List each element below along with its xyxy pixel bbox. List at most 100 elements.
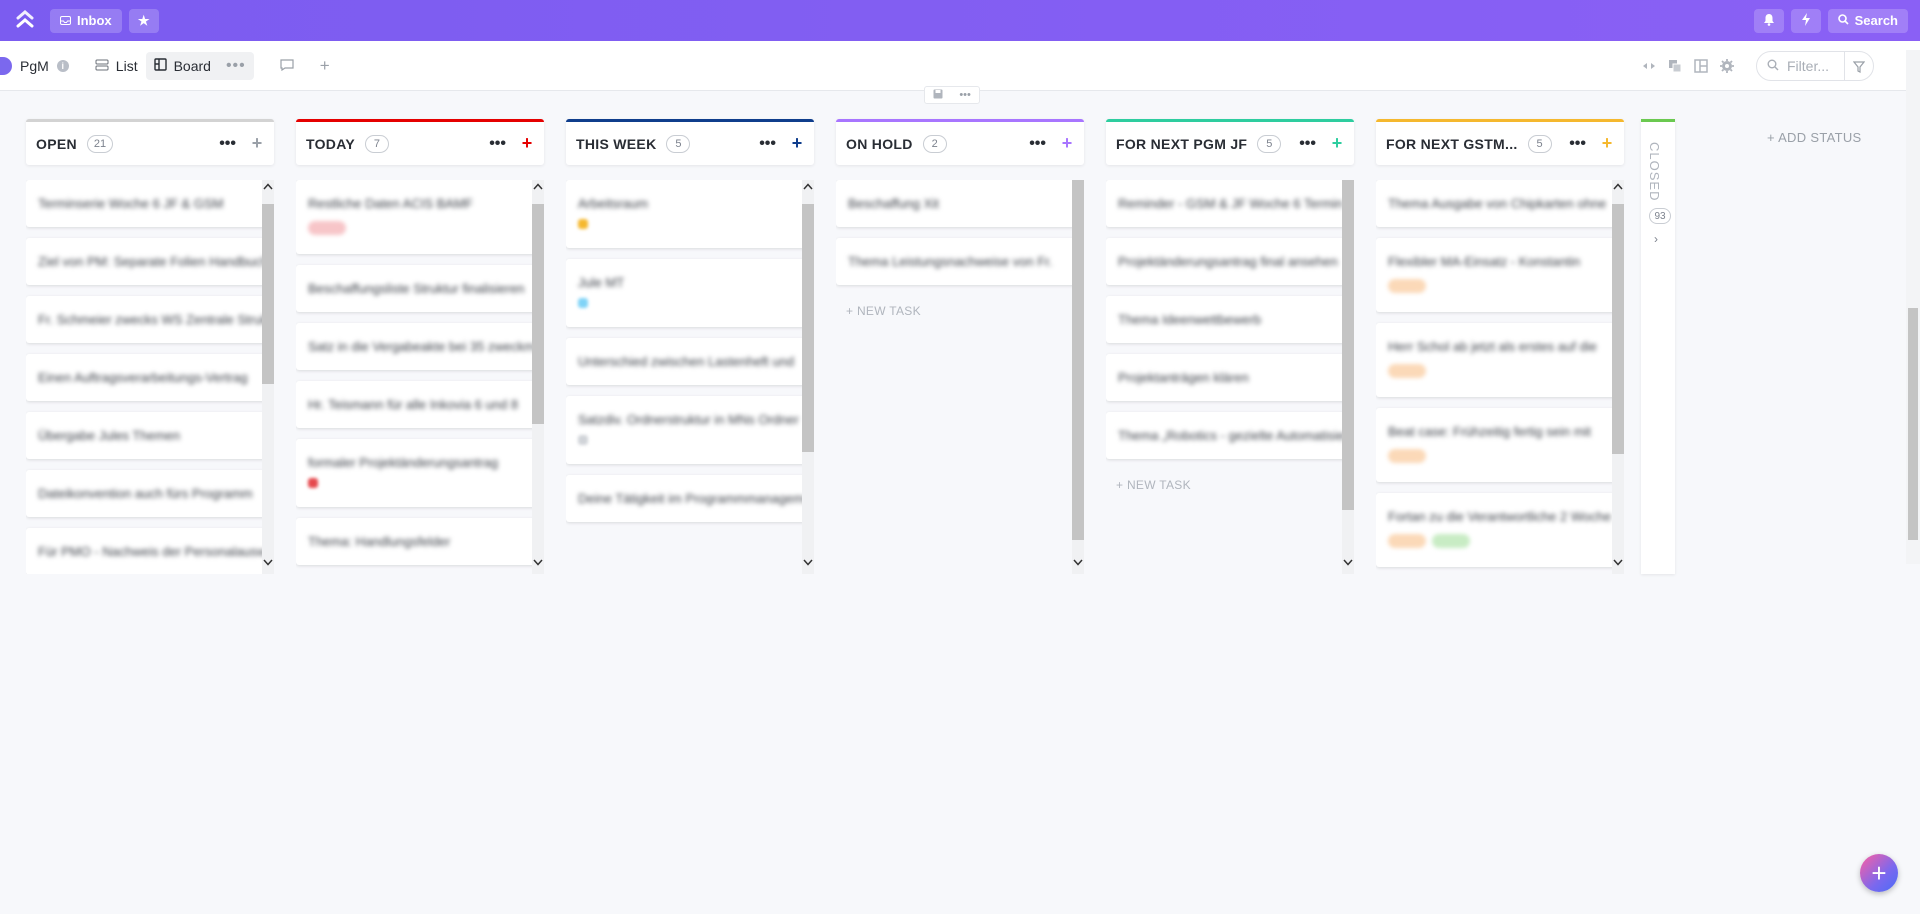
column-header[interactable]: TODAY 7 ••• + (296, 119, 544, 165)
column-scrollbar[interactable] (802, 180, 814, 574)
task-card[interactable]: Projektanträgen klären (1106, 354, 1346, 401)
task-card[interactable]: Projektänderungsantrag final ansehen (1106, 238, 1346, 285)
column-header[interactable]: OPEN 21 ••• + (26, 119, 274, 165)
clickup-logo-icon[interactable] (14, 9, 36, 32)
column-header[interactable]: FOR NEXT PGM JF 5 ••• + (1106, 119, 1354, 165)
task-card[interactable]: Fr. Schmeier zwecks WS Zentrale Struktur (26, 296, 266, 343)
add-task-icon[interactable]: + (1330, 133, 1344, 154)
info-icon[interactable]: i (56, 59, 69, 72)
task-tag[interactable] (1432, 534, 1470, 548)
chevron-down-icon[interactable] (802, 556, 814, 568)
search-button[interactable]: Search (1827, 8, 1908, 33)
chevron-up-icon[interactable] (1612, 180, 1624, 192)
add-view-icon[interactable]: + (320, 56, 330, 76)
comment-icon[interactable] (280, 58, 294, 74)
add-task-icon[interactable]: + (250, 133, 264, 154)
chevron-up-icon[interactable] (802, 180, 814, 192)
column-menu-icon[interactable]: ••• (1299, 135, 1316, 153)
filter-input[interactable]: Filter... (1756, 50, 1874, 81)
save-icon[interactable] (933, 89, 943, 102)
task-card[interactable]: Für PMO - Nachweis der Personalauswahl (26, 528, 266, 574)
chevron-up-icon[interactable] (262, 180, 274, 192)
task-tag[interactable] (1388, 279, 1426, 293)
column-scrollbar[interactable] (1612, 180, 1624, 574)
add-task-icon[interactable]: + (790, 133, 804, 154)
task-tag[interactable] (308, 221, 346, 235)
column-scrollbar-thumb[interactable] (802, 204, 814, 452)
column-header[interactable]: FOR NEXT GSTM... 5 ••• + (1376, 119, 1624, 165)
column-menu-icon[interactable]: ••• (1569, 135, 1586, 153)
task-card[interactable]: Thema „Robotics - gezielte Automatisieru… (1106, 412, 1346, 459)
quick-actions-button[interactable] (1790, 8, 1821, 33)
add-task-icon[interactable]: + (1600, 133, 1614, 154)
task-card[interactable]: Beschaffungsliste Struktur finalisieren (296, 265, 536, 312)
task-card[interactable]: Beschaffung Xit (836, 180, 1076, 227)
chevron-right-icon[interactable]: › (1654, 232, 1658, 246)
notifications-button[interactable] (1753, 8, 1784, 33)
task-tag[interactable] (1388, 534, 1426, 548)
task-card[interactable]: Reminder - GSM & JF Woche 6 Termin (1106, 180, 1346, 227)
column-scrollbar[interactable] (1072, 180, 1084, 574)
inbox-button[interactable]: Inbox (50, 8, 122, 33)
column-menu-icon[interactable]: ••• (219, 135, 236, 153)
task-priority-flag-icon[interactable] (578, 435, 588, 445)
column-scrollbar-thumb[interactable] (1612, 204, 1624, 454)
layout-icon[interactable] (1694, 58, 1708, 73)
new-task-button[interactable]: + NEW TASK (1106, 470, 1346, 500)
task-card[interactable]: Thema Ideenwettbewerb (1106, 296, 1346, 343)
task-tag[interactable] (1388, 449, 1426, 463)
closed-column[interactable]: CLOSED 93 › (1641, 119, 1675, 574)
page-scrollbar[interactable] (1906, 50, 1920, 564)
task-card[interactable]: Dateikonvention auch fürs Programm (26, 470, 266, 517)
task-card[interactable]: Thema: Handlungsfelder (296, 518, 536, 565)
task-card[interactable]: Satzdiv. Ordnerstruktur in MNs Ordner (566, 396, 806, 464)
column-scrollbar-thumb[interactable] (532, 204, 544, 424)
column-scrollbar-thumb[interactable] (1072, 180, 1084, 540)
task-card[interactable]: Übergabe Jules Themen (26, 412, 266, 459)
task-card[interactable]: Terminserie Woche 6 JF & GSM (26, 180, 266, 227)
favorites-button[interactable]: ★ (128, 8, 159, 33)
column-scrollbar-thumb[interactable] (262, 204, 274, 384)
chevron-up-icon[interactable] (532, 180, 544, 192)
task-card[interactable]: Beat case: Frühzeitig fertig sein mit (1376, 408, 1616, 482)
new-task-button[interactable]: + NEW TASK (836, 296, 1076, 326)
column-scrollbar[interactable] (262, 180, 274, 574)
create-fab-button[interactable]: + (1860, 854, 1898, 892)
space-indicator-icon[interactable] (0, 56, 12, 75)
subtasks-icon[interactable] (1668, 59, 1682, 73)
task-card[interactable]: Satz in die Vergabeakte bei 35 zweckmäßi… (296, 323, 536, 370)
collapse-icon[interactable] (1642, 59, 1656, 73)
chevron-down-icon[interactable] (1072, 556, 1084, 568)
task-card[interactable]: Thema Leistungsnachweise von Fr. (836, 238, 1076, 285)
task-card[interactable]: Herr Schol ab jetzt als erstes auf die (1376, 323, 1616, 397)
chevron-down-icon[interactable] (1612, 556, 1624, 568)
column-scrollbar[interactable] (1342, 180, 1354, 574)
view-options-icon[interactable]: ••• (226, 57, 246, 75)
task-card[interactable]: Thema Ausgabe von Chipkarten ohne (1376, 180, 1616, 227)
tab-board[interactable]: Board ••• (145, 51, 254, 80)
task-card[interactable]: formaler Projektänderungsantrag (296, 439, 536, 507)
space-name[interactable]: PgM (20, 58, 49, 74)
settings-gear-icon[interactable] (1720, 58, 1734, 73)
task-priority-flag-icon[interactable] (578, 219, 588, 229)
chevron-down-icon[interactable] (532, 556, 544, 568)
funnel-icon[interactable] (1852, 60, 1866, 73)
task-tag[interactable] (1388, 364, 1426, 378)
column-header[interactable]: THIS WEEK 5 ••• + (566, 119, 814, 165)
task-card[interactable]: Jule MT (566, 259, 806, 327)
task-card[interactable]: Flexibler MA-Einsatz - Konstantin (1376, 238, 1616, 312)
task-card[interactable]: Einen Auftragsverarbeitungs-Vertrag (26, 354, 266, 401)
task-card[interactable]: Hr. Teismann für alle Inkovia 6 und 8 (296, 381, 536, 428)
task-card[interactable]: Unterschied zwischen Lastenheft und (566, 338, 806, 385)
board-more-icon[interactable]: ••• (959, 89, 971, 101)
task-card[interactable]: Ziel von PM: Separate Folien Handbuch (26, 238, 266, 285)
add-task-icon[interactable]: + (520, 133, 534, 154)
task-card[interactable]: Deine Tätigkeit im Programmmanagement (566, 475, 806, 522)
task-card[interactable]: Restliche Daten ACIS BAMF (296, 180, 536, 254)
column-menu-icon[interactable]: ••• (489, 135, 506, 153)
add-task-icon[interactable]: + (1060, 133, 1074, 154)
column-header[interactable]: ON HOLD 2 ••• + (836, 119, 1084, 165)
column-scrollbar-thumb[interactable] (1342, 180, 1354, 510)
column-menu-icon[interactable]: ••• (1029, 135, 1046, 153)
column-menu-icon[interactable]: ••• (759, 135, 776, 153)
